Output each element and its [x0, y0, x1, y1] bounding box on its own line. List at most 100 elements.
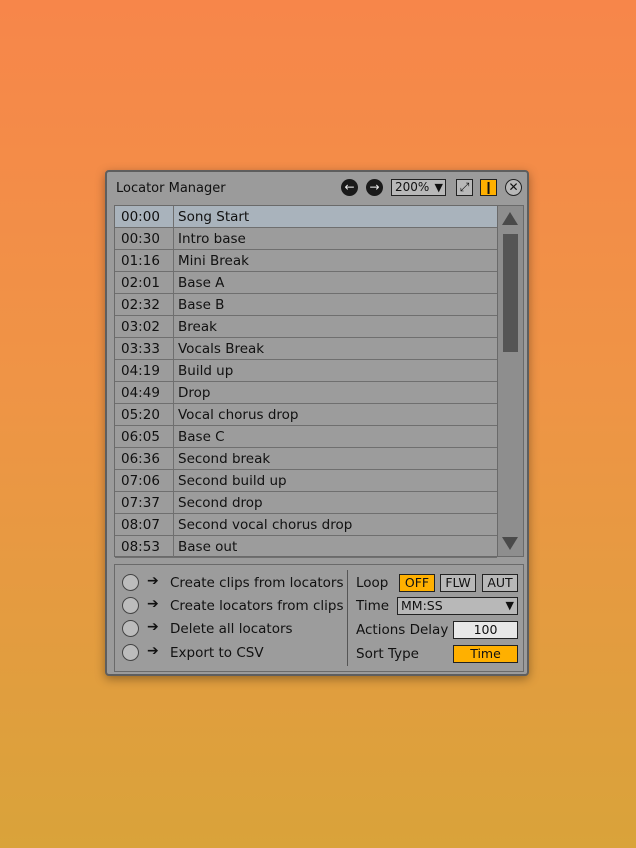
locator-row[interactable]: 04:49 Drop — [115, 382, 497, 404]
divider — [347, 570, 348, 666]
locator-name[interactable]: Base out — [178, 539, 237, 555]
locator-time: 03:02 — [121, 319, 160, 335]
expand-icon[interactable]: ⤢ — [456, 179, 473, 196]
locator-row[interactable]: 06:36 Second break — [115, 448, 497, 470]
locator-name[interactable]: Song Start — [178, 209, 249, 225]
column-divider — [173, 272, 174, 293]
column-divider — [173, 382, 174, 403]
locator-time: 07:06 — [121, 473, 160, 489]
locator-name[interactable]: Base A — [178, 275, 224, 291]
locator-row[interactable]: 03:02 Break — [115, 316, 497, 338]
time-format-select[interactable]: MM:SS ▼ — [397, 597, 518, 615]
close-icon[interactable]: ✕ — [505, 179, 522, 196]
sort-type-label: Sort Type — [356, 646, 419, 662]
window-title: Locator Manager — [116, 181, 226, 196]
zoom-value: 200% — [395, 180, 430, 194]
actions-panel: ➔ Create clips from locators ➔ Create lo… — [114, 564, 524, 672]
locator-name[interactable]: Second vocal chorus drop — [178, 517, 352, 533]
column-divider — [173, 228, 174, 249]
actions-delay-field[interactable]: 100 — [453, 621, 518, 639]
locator-time: 02:32 — [121, 297, 160, 313]
loop-label: Loop — [356, 575, 389, 591]
locator-time: 03:33 — [121, 341, 160, 357]
locator-row[interactable]: 02:01 Base A — [115, 272, 497, 294]
title-bar: Locator Manager ← → 200% ▼ ⤢ ❙ ✕ — [107, 172, 527, 204]
locator-name[interactable]: Base C — [178, 429, 225, 445]
locator-row[interactable]: 04:19 Build up — [115, 360, 497, 382]
locator-name[interactable]: Build up — [178, 363, 233, 379]
locator-name[interactable]: Vocal chorus drop — [178, 407, 299, 423]
locator-name[interactable]: Vocals Break — [178, 341, 264, 357]
time-format-value: MM:SS — [401, 598, 443, 613]
arrow-right-icon[interactable]: → — [366, 179, 383, 196]
locator-row[interactable]: 01:16 Mini Break — [115, 250, 497, 272]
locator-name[interactable]: Second drop — [178, 495, 263, 511]
locator-time: 00:00 — [121, 209, 160, 225]
locator-time: 08:07 — [121, 517, 160, 533]
locator-name[interactable]: Base B — [178, 297, 224, 313]
action-label: Export to CSV — [170, 645, 264, 661]
locator-time: 04:19 — [121, 363, 160, 379]
action-button[interactable] — [122, 620, 139, 637]
column-divider — [173, 470, 174, 491]
actions-delay-label: Actions Delay — [356, 622, 449, 638]
locator-time: 05:20 — [121, 407, 160, 423]
action-button[interactable] — [122, 574, 139, 591]
locator-row[interactable]: 00:00 Song Start — [115, 206, 497, 228]
zoom-select[interactable]: 200% ▼ — [391, 179, 446, 196]
time-label: Time — [356, 598, 390, 614]
scrollbar[interactable] — [497, 206, 523, 556]
locator-time: 08:53 — [121, 539, 160, 555]
locator-time: 06:05 — [121, 429, 160, 445]
chevron-down-icon: ▼ — [434, 181, 443, 194]
column-divider — [173, 426, 174, 447]
locator-row[interactable]: 08:53 Base out — [115, 536, 497, 558]
column-divider — [173, 448, 174, 469]
locator-time: 04:49 — [121, 385, 160, 401]
locator-manager-window: Locator Manager ← → 200% ▼ ⤢ ❙ ✕ 00:00 So… — [105, 170, 529, 676]
sort-type-toggle[interactable]: Time — [453, 645, 518, 663]
locator-name[interactable]: Second break — [178, 451, 270, 467]
action-label: Create clips from locators — [170, 575, 344, 591]
loop-flw-toggle[interactable]: FLW — [440, 574, 476, 592]
arrow-right-icon: ➔ — [147, 573, 159, 589]
locator-time: 07:37 — [121, 495, 160, 511]
scroll-down-icon[interactable] — [502, 537, 518, 550]
column-divider — [173, 514, 174, 535]
locator-row[interactable]: 06:05 Base C — [115, 426, 497, 448]
scroll-thumb[interactable] — [503, 234, 518, 352]
action-button[interactable] — [122, 597, 139, 614]
locator-row[interactable]: 08:07 Second vocal chorus drop — [115, 514, 497, 536]
locator-name[interactable]: Break — [178, 319, 217, 335]
locator-time: 06:36 — [121, 451, 160, 467]
locator-rows: 00:00 Song Start 00:30 Intro base 01:16 Mini … — [115, 206, 497, 558]
loop-off-toggle[interactable]: OFF — [399, 574, 435, 592]
action-label: Delete all locators — [170, 621, 293, 637]
locator-row[interactable]: 03:33 Vocals Break — [115, 338, 497, 360]
chevron-down-icon: ▼ — [505, 599, 514, 612]
locator-name[interactable]: Mini Break — [178, 253, 249, 269]
locator-time: 00:30 — [121, 231, 160, 247]
locator-row[interactable]: 00:30 Intro base — [115, 228, 497, 250]
arrow-right-icon: ➔ — [147, 596, 159, 612]
locator-row[interactable]: 07:37 Second drop — [115, 492, 497, 514]
column-divider — [173, 338, 174, 359]
column-divider — [173, 250, 174, 271]
locator-row[interactable]: 05:20 Vocal chorus drop — [115, 404, 497, 426]
locator-row[interactable]: 07:06 Second build up — [115, 470, 497, 492]
locator-name[interactable]: Intro base — [178, 231, 246, 247]
scroll-up-icon[interactable] — [502, 212, 518, 225]
locator-name[interactable]: Drop — [178, 385, 210, 401]
arrow-left-icon[interactable]: ← — [341, 179, 358, 196]
pin-icon[interactable]: ❙ — [480, 179, 497, 196]
column-divider — [173, 360, 174, 381]
arrow-right-icon: ➔ — [147, 619, 159, 635]
locator-row[interactable]: 02:32 Base B — [115, 294, 497, 316]
locator-name[interactable]: Second build up — [178, 473, 287, 489]
column-divider — [173, 536, 174, 557]
action-button[interactable] — [122, 644, 139, 661]
column-divider — [173, 404, 174, 425]
loop-aut-toggle[interactable]: AUT — [482, 574, 518, 592]
column-divider — [173, 206, 174, 227]
arrow-right-icon: ➔ — [147, 643, 159, 659]
